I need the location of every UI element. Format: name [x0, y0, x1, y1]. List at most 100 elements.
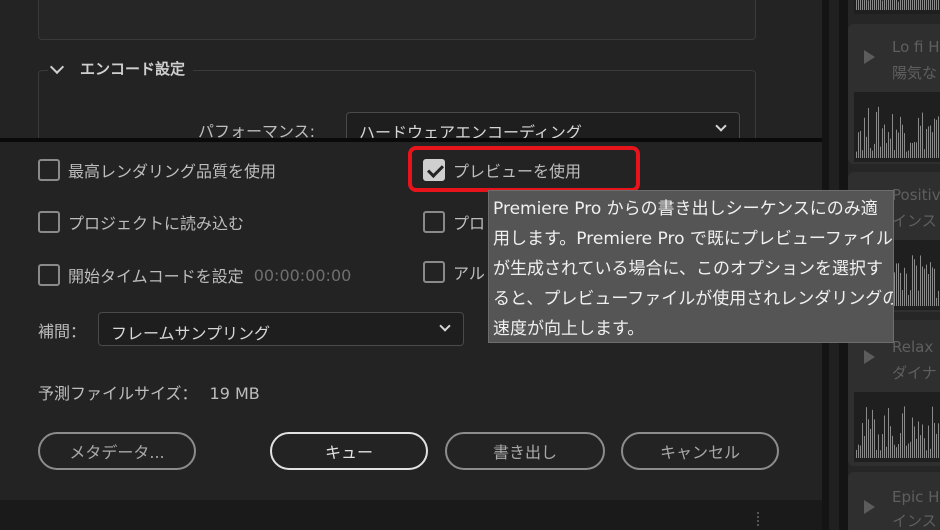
cancel-button[interactable]: キャンセル	[621, 432, 779, 470]
waveform-bar	[920, 0, 921, 10]
tooltip-line: Premiere Pro からの書き出しシーケンスにのみ適	[493, 199, 878, 219]
music-track-card[interactable]: Epic H インス	[848, 472, 940, 530]
waveform-bar	[930, 262, 931, 306]
tooltip-line: 用します。Premiere Pro で既にプレビューファイル	[493, 229, 893, 249]
waveform-bar	[862, 150, 863, 158]
waveform-bar	[930, 125, 931, 158]
waveform-thumbnail	[854, 92, 940, 162]
checkbox-box[interactable]	[38, 211, 60, 233]
waveform-bar	[928, 126, 929, 158]
waveform-bar	[884, 124, 885, 158]
waveform-bar	[936, 297, 937, 306]
waveform-bar	[898, 263, 899, 306]
waveform-bar	[918, 117, 919, 158]
play-icon[interactable]	[864, 500, 875, 514]
waveform-bar	[912, 417, 913, 458]
waveform-bar	[908, 295, 909, 306]
start-timecode-field[interactable]: 00:00:00:00	[254, 266, 352, 285]
play-icon[interactable]	[864, 350, 875, 364]
max-render-quality-label: 最高レンダリング品質を使用	[68, 162, 277, 181]
queue-button[interactable]: キュー	[270, 432, 428, 470]
waveform-bar	[872, 0, 873, 10]
waveform-bar	[936, 0, 937, 10]
checkbox-box[interactable]	[38, 264, 60, 286]
waveform-bar	[870, 428, 871, 458]
waveform-bar	[900, 116, 901, 158]
estimated-file-size: 予測ファイルサイズ： 19 MB	[38, 380, 260, 404]
waveform-bar	[898, 132, 899, 158]
waveform-bar	[896, 129, 897, 158]
waveform-bar	[886, 0, 887, 10]
checkbox-box[interactable]	[423, 211, 445, 233]
waveform-bar	[902, 124, 903, 158]
interpolation-dropdown[interactable]: フレームサンプリング	[98, 312, 464, 346]
waveform-bar	[910, 290, 911, 306]
track-subtitle: 陽気な	[892, 64, 938, 82]
waveform-thumbnail	[854, 0, 940, 14]
waveform-bar	[938, 0, 939, 10]
waveform-bar	[858, 0, 859, 10]
waveform-bar	[870, 148, 871, 158]
import-into-project-checkbox[interactable]: プロジェクトに読み込む	[38, 210, 244, 234]
waveform-bar	[930, 0, 931, 10]
waveform-bar	[856, 0, 857, 10]
waveform-bar	[866, 407, 867, 458]
waveform-bar	[908, 150, 909, 158]
import-into-project-label: プロジェクトに読み込む	[68, 214, 245, 233]
project-option-checkbox[interactable]: プロ	[423, 210, 485, 234]
waveform-bar	[888, 0, 889, 11]
waveform-bar	[922, 0, 923, 10]
checkbox-box[interactable]	[423, 261, 445, 283]
waveform-bar	[882, 434, 883, 458]
waveform-bar	[914, 426, 915, 458]
waveform-bar	[906, 0, 907, 10]
track-title: Lo fi H	[892, 38, 940, 56]
waveform-bar	[914, 0, 915, 10]
waveform-bar	[870, 0, 871, 10]
waveform-bar	[898, 444, 899, 458]
waveform-bar	[924, 438, 925, 458]
set-start-timecode-label: 開始タイムコードを設定	[68, 267, 244, 286]
track-subtitle: インス	[892, 212, 937, 230]
waveform-bar	[906, 273, 907, 306]
metadata-button[interactable]: メタデータ...	[38, 432, 196, 470]
export-button[interactable]: 書き出し	[445, 432, 605, 470]
checkbox-box[interactable]	[38, 159, 60, 181]
music-track-card[interactable]: Lo fi H 陽気な	[848, 24, 940, 164]
waveform-bar	[926, 0, 927, 10]
waveform-bar	[894, 272, 895, 306]
resize-gripper-icon[interactable]	[757, 512, 761, 526]
waveform-bar	[864, 117, 865, 158]
waveform-bar	[890, 138, 891, 158]
set-start-timecode-checkbox[interactable]: 開始タイムコードを設定 00:00:00:00	[38, 263, 351, 287]
encode-settings-title: エンコード設定	[80, 60, 186, 78]
alpha-option-label: アル	[453, 264, 485, 283]
waveform-bar	[902, 413, 903, 458]
file-size-label: 予測ファイルサイズ：	[38, 384, 198, 403]
panel-bottom-strip	[0, 500, 822, 530]
chevron-down-icon[interactable]	[49, 59, 65, 74]
waveform-bar	[902, 0, 903, 10]
play-icon[interactable]	[864, 50, 875, 64]
track-subtitle: インス	[892, 512, 937, 530]
waveform-bar	[880, 0, 881, 10]
waveform-bar	[892, 114, 893, 158]
waveform-bar	[860, 445, 861, 458]
waveform-bar	[934, 422, 935, 458]
waveform-bar	[872, 150, 873, 158]
waveform-bar	[928, 425, 929, 458]
waveform-graphic	[856, 106, 939, 158]
encode-settings-header[interactable]: エンコード設定	[48, 58, 194, 79]
waveform-bar	[922, 424, 923, 458]
waveform-bar	[888, 408, 889, 458]
waveform-bar	[892, 0, 893, 10]
max-render-quality-checkbox[interactable]: 最高レンダリング品質を使用	[38, 158, 276, 182]
waveform-bar	[918, 421, 919, 458]
waveform-bar	[918, 0, 919, 10]
alpha-option-checkbox[interactable]: アル	[423, 260, 485, 284]
waveform-bar	[872, 409, 873, 458]
waveform-bar	[928, 0, 929, 10]
waveform-bar	[938, 290, 939, 306]
waveform-bar	[904, 133, 905, 158]
waveform-bar	[916, 265, 917, 306]
